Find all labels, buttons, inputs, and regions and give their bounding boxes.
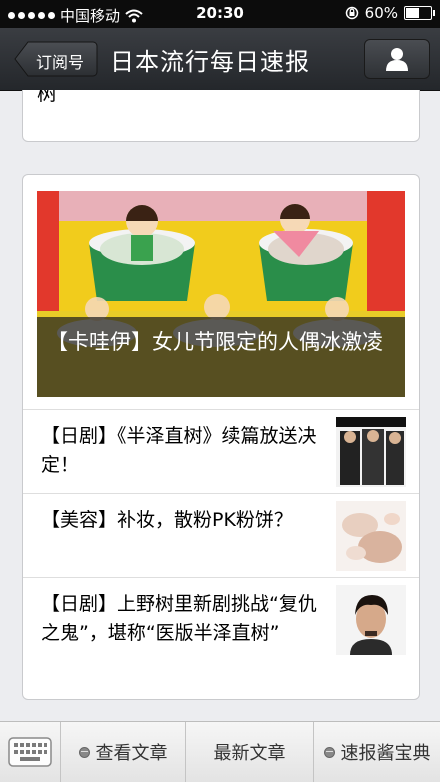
article-thumbnail — [336, 585, 406, 655]
profile-button[interactable] — [364, 39, 430, 79]
submenu-icon — [78, 746, 90, 758]
bottom-menu-bar: 查看文章 最新文章 速报酱宝典 — [0, 721, 440, 782]
page-title: 日本流行每日速报 — [110, 48, 310, 76]
article-title: 【日剧】上野树里新剧挑战“复仇之鬼”，堪称“医版半泽直树” — [41, 593, 317, 644]
keyboard-toggle-button[interactable] — [0, 722, 61, 782]
status-bar: 中国移动 20:30 60% — [0, 0, 440, 28]
article-card[interactable]: 【卡哇伊】女儿节限定的人偶冰激凌 【日剧】《半泽直树》续篇放送决定！ 【美容】补… — [22, 174, 420, 700]
back-button-label: 订阅号 — [36, 53, 85, 72]
article-thumbnail — [336, 501, 406, 571]
menu-label: 速报酱宝典 — [340, 743, 431, 764]
article-title: 【日剧】《半泽直树》续篇放送决定！ — [41, 425, 317, 476]
previous-article-card[interactable]: 树” — [22, 90, 420, 142]
submenu-icon — [323, 746, 335, 758]
article-title-fragment: 树” — [37, 90, 68, 105]
menu-view-articles[interactable]: 查看文章 — [61, 722, 186, 782]
article-title: 【美容】补妆，散粉PK粉饼？ — [41, 509, 293, 531]
list-item[interactable]: 【日剧】《半泽直树》续篇放送决定！ — [23, 409, 419, 494]
rotation-lock-icon — [345, 6, 358, 20]
message-list[interactable]: 树” 【卡哇伊】女儿节限定的人偶冰激凌 【日剧】《半泽直树》续篇放送决定！ 【美… — [0, 90, 440, 721]
keyboard-icon — [8, 737, 52, 767]
battery-info: 60% — [345, 4, 435, 22]
menu-guide[interactable]: 速报酱宝典 — [314, 722, 440, 782]
hero-article[interactable]: 【卡哇伊】女儿节限定的人偶冰激凌 — [37, 191, 405, 397]
article-thumbnail — [336, 417, 406, 487]
menu-label: 最新文章 — [213, 743, 286, 764]
back-button[interactable]: 订阅号 — [14, 41, 98, 77]
battery-icon — [404, 6, 435, 20]
hero-caption: 【卡哇伊】女儿节限定的人偶冰激凌 — [37, 317, 405, 397]
person-icon — [386, 48, 408, 71]
battery-percent: 60% — [364, 4, 398, 22]
menu-label: 查看文章 — [95, 743, 168, 764]
list-item[interactable]: 【日剧】上野树里新剧挑战“复仇之鬼”，堪称“医版半泽直树” — [23, 577, 419, 698]
nav-bar: 订阅号 日本流行每日速报 — [0, 28, 440, 91]
menu-latest-articles[interactable]: 最新文章 — [186, 722, 314, 782]
list-item[interactable]: 【美容】补妆，散粉PK粉饼？ — [23, 493, 419, 578]
